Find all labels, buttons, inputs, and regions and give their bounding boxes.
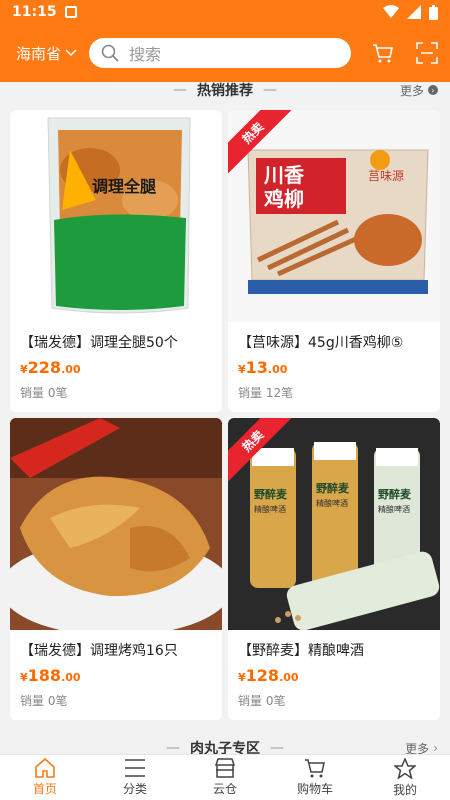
top-actions	[372, 42, 438, 64]
product-name: 【莒味源】45g川香鸡柳⑤	[238, 335, 404, 351]
product-price: ¥ 128 .00	[238, 666, 299, 685]
product-card-2[interactable]: 川香 鸡柳 莒味源 热卖 【莒味源】45g川香鸡柳⑤ ¥ 13 .00 销量 1…	[228, 110, 440, 412]
status-bar: 11:15	[0, 0, 450, 24]
product-sales: 销量 0笔	[20, 386, 68, 400]
product-sales: 销量 0笔	[238, 694, 286, 708]
beer-label-2: 野醉麦	[316, 481, 350, 495]
search-icon	[101, 44, 119, 62]
signal-icon	[407, 5, 421, 19]
hot-section-title: 热销推荐	[197, 83, 253, 99]
wifi-icon	[383, 5, 399, 18]
beer-sub-1: 精酿啤酒	[254, 504, 286, 514]
hot-more-link[interactable]: 更多 ›	[400, 82, 438, 99]
product-card-4[interactable]: 野醉麦 野醉麦 野醉麦 精酿啤酒 精酿啤酒 精酿啤酒 热卖 【野醉麦】精酿啤酒 …	[228, 418, 440, 720]
product-name: 【瑞发德】调理烤鸡16只	[20, 643, 178, 659]
product-price: ¥ 188 .00	[20, 666, 81, 685]
product-card-3[interactable]: 【瑞发德】调理烤鸡16只 ¥ 188 .00 销量 0笔	[10, 418, 222, 720]
product-card-1[interactable]: 调理全腿 【瑞发德】调理全腿50个 ¥ 228 .00 销量 0笔	[10, 110, 222, 412]
hot-more-label: 更多	[399, 83, 424, 98]
search-input[interactable]: 搜索	[89, 38, 352, 68]
product-price: ¥ 228 .00	[20, 358, 81, 377]
product-image-3	[10, 418, 222, 630]
region-selector[interactable]: 海南省	[16, 43, 77, 64]
cart-icon	[305, 759, 325, 778]
product-sales: 销量 0笔	[20, 694, 68, 708]
region-label: 海南省	[16, 44, 62, 63]
tab-category[interactable]: 分类	[90, 755, 180, 800]
product-name: 【瑞发德】调理全腿50个	[20, 335, 178, 351]
chevron-down-icon	[65, 49, 77, 57]
tab-mine[interactable]: 我的	[360, 755, 450, 800]
sd-card-icon	[64, 6, 77, 18]
package-label-1: 调理全腿	[92, 177, 156, 196]
product-price: ¥ 13 .00	[238, 358, 288, 377]
cart-icon[interactable]	[372, 43, 394, 63]
status-icons	[383, 4, 438, 20]
hot-badge: 热卖	[228, 110, 308, 190]
star-icon	[394, 757, 416, 779]
top-bar: 海南省 搜索	[0, 24, 450, 82]
status-time: 11:15	[12, 4, 57, 20]
chevron-right-icon: ›	[428, 85, 438, 95]
hot-badge: 热卖	[228, 418, 308, 498]
package-brand-2: 莒味源	[368, 169, 404, 183]
battery-icon	[429, 4, 438, 20]
tab-cloud-warehouse[interactable]: 云仓	[180, 755, 270, 800]
beer-sub-2: 精酿啤酒	[316, 498, 348, 508]
store-icon	[214, 758, 236, 778]
beer-label-3: 野醉麦	[378, 487, 412, 501]
tab-home[interactable]: 首页	[0, 755, 90, 800]
scan-icon[interactable]	[416, 42, 438, 64]
hot-section-header: — 热销推荐 — 更多 ›	[0, 80, 450, 100]
home-icon	[35, 758, 55, 778]
tab-cart[interactable]: 购物车	[270, 755, 360, 800]
beer-sub-3: 精酿啤酒	[378, 504, 410, 514]
product-image-1: 调理全腿	[10, 110, 222, 322]
bottom-tab-bar: 首页 分类 云仓 购物车 我的	[0, 754, 450, 800]
product-sales: 销量 12笔	[238, 386, 294, 400]
chevron-right-icon: ›	[433, 741, 438, 755]
search-placeholder: 搜索	[129, 45, 162, 64]
package-label-2b: 鸡柳	[263, 187, 304, 211]
product-name: 【野醉麦】精酿啤酒	[238, 643, 364, 659]
list-icon	[125, 759, 145, 777]
